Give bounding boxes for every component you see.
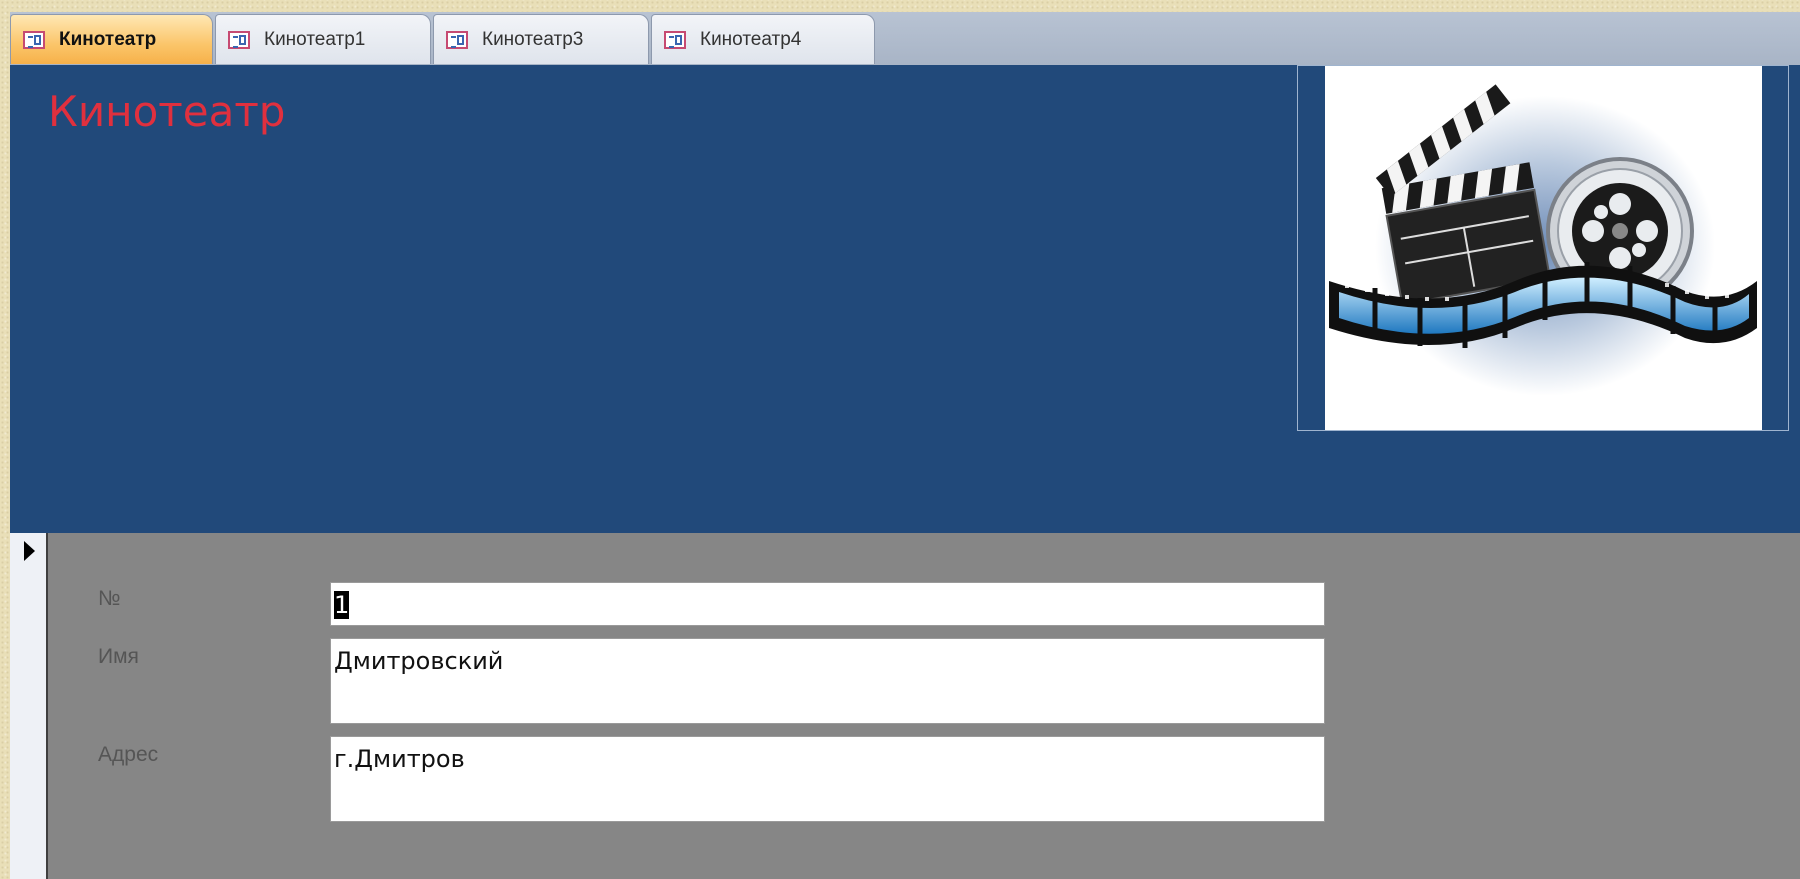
tab-label: Кинотеатр3: [482, 28, 584, 50]
number-label: №: [98, 587, 121, 610]
name-value: Дмитровский: [334, 647, 504, 675]
form-icon: [664, 30, 686, 49]
tab-label: Кинотеатр: [59, 28, 157, 50]
tab-label: Кинотеатр4: [700, 28, 802, 50]
address-field[interactable]: г.Дмитров: [330, 736, 1325, 822]
current-record-arrow-icon: [24, 541, 35, 561]
number-field[interactable]: 1: [330, 582, 1325, 626]
form-detail-section: № 1 Имя Дмитровский Адрес г.Дмитров: [10, 533, 1800, 879]
name-label: Имя: [98, 645, 139, 668]
access-form-window: Кинотеатр Кинотеатр1 Кинотеатр3 Кинотеат…: [10, 12, 1800, 879]
tab-kinoteatr3[interactable]: Кинотеатр3: [433, 14, 649, 64]
film-clapperboard-reel-icon: [1329, 84, 1757, 396]
film-logo-image: [1325, 66, 1762, 430]
form-icon: [23, 30, 45, 49]
record-selector[interactable]: [10, 533, 48, 879]
tab-kinoteatr1[interactable]: Кинотеатр1: [215, 14, 431, 64]
tab-kinoteatr[interactable]: Кинотеатр: [10, 14, 213, 64]
logo-frame: [1297, 65, 1789, 431]
form-title: Кинотеатр: [48, 87, 286, 136]
document-tab-bar: Кинотеатр Кинотеатр1 Кинотеатр3 Кинотеат…: [10, 12, 1800, 66]
number-value: 1: [334, 591, 350, 619]
tab-label: Кинотеатр1: [264, 28, 366, 50]
form-icon: [446, 30, 468, 49]
tab-kinoteatr4[interactable]: Кинотеатр4: [651, 14, 875, 64]
form-icon: [228, 30, 250, 49]
address-label: Адрес: [98, 743, 159, 766]
address-value: г.Дмитров: [334, 745, 465, 773]
name-field[interactable]: Дмитровский: [330, 638, 1325, 724]
form-header: Кинотеатр: [10, 65, 1800, 533]
